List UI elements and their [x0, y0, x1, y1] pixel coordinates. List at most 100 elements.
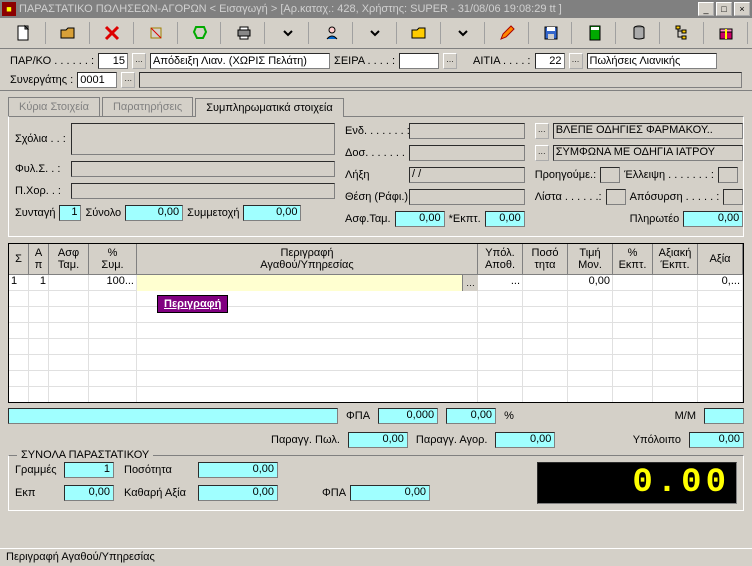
apos-label: Απόσυρση . . . . . :: [630, 191, 720, 203]
col-desc[interactable]: Περιγραφή Αγαθού/Υπηρεσίας: [137, 244, 478, 274]
print-button[interactable]: [223, 22, 265, 44]
kath-label: Καθαρή Αξία: [124, 487, 194, 499]
ekp-value: 0,00: [64, 485, 114, 501]
ell-box[interactable]: [718, 167, 738, 183]
cut-button[interactable]: [136, 22, 178, 44]
tree-button[interactable]: [662, 22, 704, 44]
tab-panel-extra: Σχόλια . . : Φυλ.Σ. . : Π.Χορ. . : Συντα…: [8, 116, 744, 237]
col-poso[interactable]: Ποσό τητα: [523, 244, 568, 274]
totals-legend: ΣΥΝΟΛΑ ΠΑΡΑΣΤΑΤΙΚΟΥ: [17, 449, 153, 461]
proi-box[interactable]: [600, 167, 620, 183]
folder-button[interactable]: [399, 22, 441, 44]
close-button[interactable]: ×: [734, 2, 750, 16]
table-row[interactable]: [9, 307, 743, 323]
aitia-input[interactable]: [535, 53, 565, 69]
totals-fieldset: ΣΥΝΟΛΑ ΠΑΡΑΣΤΑΤΙΚΟΥ Γραμμές 1 Ποσότητα 0…: [8, 455, 744, 511]
app-icon: ■: [2, 2, 16, 16]
lixh-box[interactable]: / /: [409, 167, 525, 183]
seira-input[interactable]: [399, 53, 439, 69]
storage-button[interactable]: [618, 22, 660, 44]
table-row[interactable]: 1 1 100... … ... 0,00 0,...: [9, 275, 743, 291]
syntagi-value: 1: [59, 205, 81, 221]
grid-body[interactable]: 1 1 100... … ... 0,00 0,... Περιγραφή: [9, 275, 743, 402]
col-ypol[interactable]: Υπόλ. Αποθ.: [478, 244, 523, 274]
chevron-down-icon[interactable]: [267, 22, 309, 44]
col-asftam[interactable]: Ασφ Ταμ.: [49, 244, 89, 274]
tab-extra[interactable]: Συμπληρωματικά στοιχεία: [195, 98, 344, 117]
parko-desc[interactable]: [150, 53, 330, 69]
cell-ypol: ...: [478, 275, 523, 290]
col-timi[interactable]: Τιμή Μον.: [568, 244, 613, 274]
dos-picker[interactable]: …: [535, 145, 549, 161]
minimize-button[interactable]: _: [698, 2, 714, 16]
recycle-button[interactable]: [180, 22, 222, 44]
pargagr-value: 0,00: [495, 432, 555, 448]
seira-picker[interactable]: …: [443, 53, 457, 69]
user-button[interactable]: [311, 22, 353, 44]
delete-button[interactable]: [92, 22, 134, 44]
end-box[interactable]: [409, 123, 525, 139]
ekpt-label: *Εκπτ.: [449, 213, 481, 225]
sxolia-label: Σχόλια . . :: [15, 133, 67, 145]
parko-picker[interactable]: …: [132, 53, 146, 69]
fyls-label: Φυλ.Σ. . :: [15, 163, 67, 175]
gift-button[interactable]: [706, 22, 748, 44]
cell-sym: 100...: [89, 275, 137, 290]
fyls-box[interactable]: [71, 161, 335, 177]
symm-value: 0,00: [243, 205, 301, 221]
asftam-label: Ασφ.Ταμ.: [345, 213, 391, 225]
kath-value: 0,00: [198, 485, 278, 501]
pxor-box[interactable]: [71, 183, 335, 199]
open-button[interactable]: [48, 22, 90, 44]
mm-label: Μ/Μ: [675, 410, 696, 422]
aitia-label: ΑΙΤΙΑ . . . . :: [473, 55, 530, 67]
window-controls: _ □ ×: [698, 2, 750, 16]
col-s[interactable]: Σ: [9, 244, 29, 274]
ekpt-value: 0,00: [485, 211, 525, 227]
aitia-picker[interactable]: …: [569, 53, 583, 69]
chevron-down-icon-3[interactable]: [443, 22, 485, 44]
col-sym[interactable]: % Συμ.: [89, 244, 137, 274]
table-row[interactable]: [9, 387, 743, 402]
table-row[interactable]: [9, 339, 743, 355]
table-row[interactable]: [9, 323, 743, 339]
cell-s: 1: [9, 275, 29, 290]
maximize-button[interactable]: □: [716, 2, 732, 16]
desc-tooltip: Περιγραφή: [157, 295, 228, 313]
table-row[interactable]: [9, 355, 743, 371]
cell-timi: 0,00: [568, 275, 613, 290]
chevron-down-icon-2[interactable]: [355, 22, 397, 44]
syntagi-label: Συνταγή: [15, 207, 55, 219]
table-row[interactable]: [9, 291, 743, 307]
col-axia[interactable]: Αξία: [698, 244, 743, 274]
dos-box[interactable]: [409, 145, 525, 161]
table-row[interactable]: [9, 371, 743, 387]
desc-picker[interactable]: …: [462, 275, 478, 291]
apos-box[interactable]: [723, 189, 743, 205]
thesi-box[interactable]: [409, 189, 525, 205]
synergatis-input[interactable]: [77, 72, 117, 88]
calc-button[interactable]: [574, 22, 616, 44]
lista-box[interactable]: [606, 189, 626, 205]
new-doc-button[interactable]: [4, 22, 46, 44]
tab-main[interactable]: Κύρια Στοιχεία: [8, 97, 100, 116]
tab-notes[interactable]: Παρατηρήσεις: [102, 97, 193, 116]
col-ap[interactable]: Α π: [29, 244, 49, 274]
pxor-label: Π.Χορ. . :: [15, 185, 67, 197]
synolo-label: Σύνολο: [85, 207, 121, 219]
cell-desc[interactable]: …: [137, 275, 478, 291]
save-button[interactable]: [531, 22, 573, 44]
synergatis-picker[interactable]: …: [121, 72, 135, 88]
sxolia-box[interactable]: [71, 123, 335, 155]
pargagr-label: Παραγγ. Αγορ.: [416, 434, 488, 446]
led-total: 0.00: [537, 462, 737, 504]
items-grid: Σ Α π Ασφ Ταμ. % Συμ. Περιγραφή Αγαθού/Υ…: [8, 243, 744, 403]
edit-button[interactable]: [487, 22, 529, 44]
parko-input[interactable]: [98, 53, 128, 69]
posot-label: Ποσότητα: [124, 464, 194, 476]
aitia-desc[interactable]: [587, 53, 717, 69]
col-ekpt[interactable]: % Εκπτ.: [613, 244, 653, 274]
col-axekpt[interactable]: Αξιακή Έκπτ.: [653, 244, 698, 274]
synolo-value: 0,00: [125, 205, 183, 221]
end-picker[interactable]: …: [535, 123, 549, 139]
